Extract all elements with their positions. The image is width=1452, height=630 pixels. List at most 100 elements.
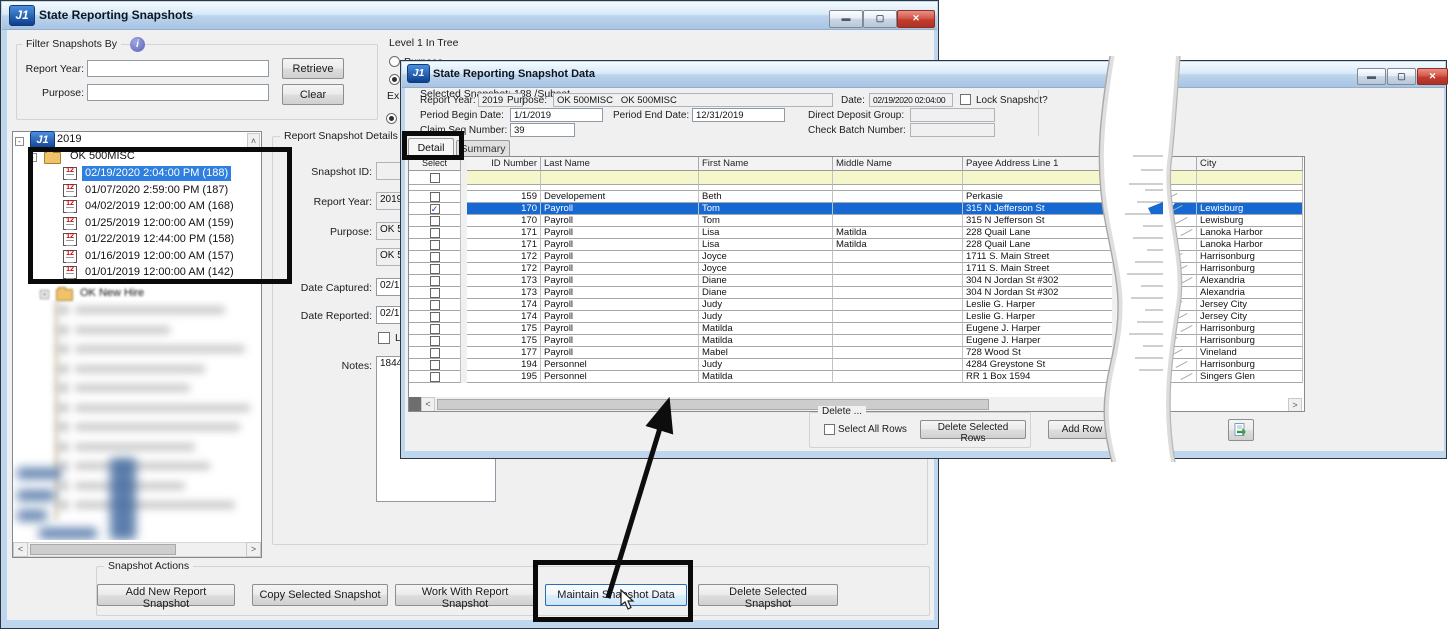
maximize-button[interactable]: ▢ xyxy=(1387,68,1416,85)
table-row[interactable]: 172PayrollJoyce1711 S. Main Street xyxy=(409,263,1112,275)
period-begin-field[interactable]: 1/1/2019 xyxy=(510,108,603,122)
delete-selected-snapshot-button[interactable]: Delete Selected Snapshot xyxy=(698,584,838,606)
copy-selected-snapshot-button[interactable]: Copy Selected Snapshot xyxy=(252,584,388,606)
blurred-text-bar xyxy=(75,443,195,451)
blurred-text-bar xyxy=(75,326,170,334)
table-row[interactable]: 195PersonnelMatildaRR 1 Box 1594 xyxy=(409,371,1112,383)
snapshot-data-grid[interactable]: SelectID NumberLast NameFirst NameMiddle… xyxy=(408,156,1112,412)
info-icon[interactable]: i xyxy=(130,37,145,52)
blurred-blue-item xyxy=(17,468,61,479)
row-checkbox[interactable] xyxy=(430,192,440,202)
row-checkbox[interactable] xyxy=(430,300,440,310)
grid-hscrollbar[interactable]: < xyxy=(409,397,1112,412)
table-row[interactable]: ✓170PayrollTom315 N Jefferson St xyxy=(409,203,1112,215)
title-bar[interactable]: J1 State Reporting Snapshots ▬ ▢ ✕ xyxy=(2,2,937,30)
tree-collapse-icon[interactable]: - xyxy=(15,137,24,146)
first-name-column-header: First Name xyxy=(699,157,833,171)
fg-purpose-label: Purpose: xyxy=(507,95,547,106)
period-end-label: Period End Date: xyxy=(613,110,689,121)
table-row[interactable]: 171PayrollLisaMatilda228 Quail Lane xyxy=(409,227,1112,239)
scroll-left-icon[interactable]: < xyxy=(421,397,435,412)
row-checkbox[interactable] xyxy=(430,228,440,238)
ex-radio[interactable] xyxy=(386,113,397,124)
row-checkbox[interactable] xyxy=(430,336,440,346)
row-checkbox[interactable] xyxy=(430,216,440,226)
row-checkbox[interactable] xyxy=(430,276,440,286)
grid-scroll-corner xyxy=(409,397,421,412)
table-row[interactable]: 175PayrollMatildaEugene J. Harper xyxy=(409,323,1112,335)
scroll-right-icon[interactable]: > xyxy=(1288,398,1302,412)
title-bar[interactable]: J1 State Reporting Snapshot Data ▬ ▢ ✕ xyxy=(402,62,1445,88)
table-row[interactable]: 171PayrollLisaMatilda228 Quail Lane xyxy=(409,239,1112,251)
claim-seq-field[interactable]: 39 xyxy=(510,123,575,137)
filter-cell[interactable] xyxy=(699,171,833,185)
add-new-report-snapshot-button[interactable]: Add New Report Snapshot xyxy=(97,584,235,606)
row-checkbox[interactable] xyxy=(430,288,440,298)
report-year-input[interactable] xyxy=(87,60,269,77)
work-with-report-snapshot-button[interactable]: Work With Report Snapshot xyxy=(395,584,535,606)
lock-snapshot-label: Lock Snapshot? xyxy=(976,95,1048,106)
grid-hscroll-thumb[interactable] xyxy=(437,399,989,410)
fg-date-field: 02/19/2020 02:04:00 xyxy=(869,93,953,107)
maximize-button[interactable]: ▢ xyxy=(863,10,897,28)
row-checkbox[interactable]: ✓ xyxy=(430,204,440,214)
scroll-right-icon[interactable]: > xyxy=(246,542,261,557)
table-row[interactable]: 175PayrollMatildaEugene J. Harper xyxy=(409,335,1112,347)
row-checkbox[interactable] xyxy=(430,240,440,250)
period-end-field[interactable]: 12/31/2019 xyxy=(692,108,785,122)
lock-snapshot-checkbox[interactable] xyxy=(960,94,971,105)
blurred-icon xyxy=(57,500,69,510)
row-checkbox[interactable] xyxy=(430,312,440,322)
details-lock-checkbox[interactable] xyxy=(378,332,390,344)
tree-folder2-label[interactable]: OK New Hire xyxy=(80,286,144,301)
table-row[interactable]: 159DevelopementBethPerkasie xyxy=(409,191,1112,203)
filter-legend: Filter Snapshots By xyxy=(22,38,121,50)
delete-selected-rows-button[interactable]: Delete Selected Rows xyxy=(920,420,1026,439)
filter-cell[interactable] xyxy=(541,171,699,185)
retrieve-button[interactable]: Retrieve xyxy=(282,58,344,79)
scroll-left-icon[interactable]: < xyxy=(13,542,28,557)
purpose-radio[interactable] xyxy=(389,56,400,67)
select-all-rows-checkbox[interactable] xyxy=(824,424,835,435)
tab-summary[interactable]: Summary xyxy=(456,140,510,156)
purpose-input[interactable] xyxy=(87,84,269,101)
tree-expand-icon[interactable]: + xyxy=(40,290,49,299)
minimize-button[interactable]: ▬ xyxy=(829,10,863,28)
table-row[interactable]: 177PayrollMabel728 Wood St xyxy=(409,347,1112,359)
export-button[interactable] xyxy=(1228,419,1254,441)
blurred-icon xyxy=(57,442,69,452)
close-button[interactable]: ✕ xyxy=(897,10,935,28)
tree-scroll-up-icon[interactable]: ˄ xyxy=(247,133,260,148)
notes-label: Notes: xyxy=(272,360,372,372)
tree-hscroll-thumb[interactable] xyxy=(30,544,176,555)
blurred-blue-bar xyxy=(110,458,136,540)
tree-root-label[interactable]: 2019 xyxy=(57,132,81,147)
filter-cell[interactable] xyxy=(467,171,541,185)
minimize-button[interactable]: ▬ xyxy=(1357,68,1386,85)
row-checkbox[interactable] xyxy=(430,348,440,358)
table-row[interactable]: 174PayrollJudyLeslie G. Harper xyxy=(409,311,1112,323)
row-checkbox[interactable] xyxy=(430,252,440,262)
table-row[interactable]: 173PayrollDiane304 N Jordan St #302 xyxy=(409,287,1112,299)
export-file-icon xyxy=(1233,423,1249,438)
app-logo-icon: J1 xyxy=(9,5,35,26)
clear-button[interactable]: Clear xyxy=(282,84,344,105)
blurred-text-bar xyxy=(75,365,205,373)
blurred-text-bar xyxy=(75,462,210,470)
grid-header-row: SelectID NumberLast NameFirst NameMiddle… xyxy=(409,157,1112,171)
row-checkbox[interactable] xyxy=(430,264,440,274)
close-button[interactable]: ✕ xyxy=(1417,68,1448,85)
table-row[interactable]: 173PayrollDiane304 N Jordan St #302 xyxy=(409,275,1112,287)
table-row[interactable]: 194PersonnelJudy4284 Greystone St xyxy=(409,359,1112,371)
period-begin-label: Period Begin Date: xyxy=(420,110,504,121)
table-row[interactable]: 174PayrollJudyLeslie G. Harper xyxy=(409,299,1112,311)
row-checkbox[interactable] xyxy=(430,324,440,334)
filter-cell[interactable] xyxy=(833,171,963,185)
filter-checkbox[interactable] xyxy=(430,173,440,183)
table-row[interactable]: 170PayrollTom315 N Jefferson St xyxy=(409,215,1112,227)
row-checkbox[interactable] xyxy=(430,372,440,382)
table-row[interactable]: 172PayrollJoyce1711 S. Main Street xyxy=(409,251,1112,263)
torn-paper-gap xyxy=(1080,56,1212,462)
second-radio[interactable] xyxy=(389,74,400,85)
row-checkbox[interactable] xyxy=(430,360,440,370)
